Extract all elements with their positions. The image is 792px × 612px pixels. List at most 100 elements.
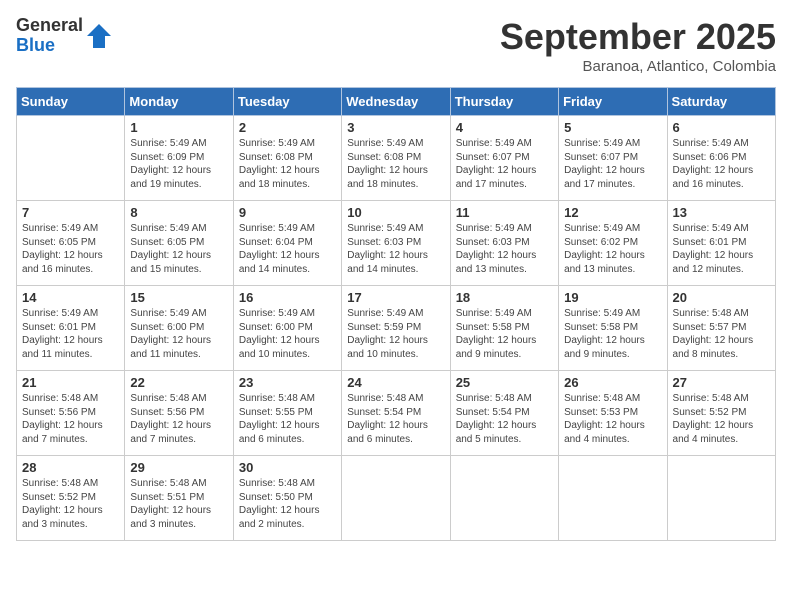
- day-number: 4: [456, 120, 553, 135]
- calendar-cell: [450, 456, 558, 541]
- day-number: 7: [22, 205, 119, 220]
- calendar-cell: 5 Sunrise: 5:49 AM Sunset: 6:07 PM Daylig…: [559, 116, 667, 201]
- calendar-cell: 23Sunrise: 5:48 AM Sunset: 5:55 PM Dayli…: [233, 371, 341, 456]
- day-info: Sunrise: 5:49 AM Sunset: 5:58 PM Dayligh…: [564, 307, 661, 361]
- logo-blue: Blue: [16, 36, 83, 56]
- day-number: 8: [130, 205, 227, 220]
- calendar-week-row: 7 Sunrise: 5:49 AM Sunset: 6:05 PM Daylig…: [17, 201, 776, 286]
- day-info: Sunrise: 5:49 AM Sunset: 6:05 PM Dayligh…: [22, 222, 119, 276]
- day-info: Sunrise: 5:48 AM Sunset: 5:54 PM Dayligh…: [456, 392, 553, 446]
- month-title: September 2025: [500, 16, 776, 58]
- calendar-header-row: SundayMondayTuesdayWednesdayThursdayFrid…: [17, 88, 776, 116]
- day-info: Sunrise: 5:48 AM Sunset: 5:52 PM Dayligh…: [22, 477, 119, 531]
- calendar-cell: 14Sunrise: 5:49 AM Sunset: 6:01 PM Dayli…: [17, 286, 125, 371]
- day-info: Sunrise: 5:49 AM Sunset: 6:04 PM Dayligh…: [239, 222, 336, 276]
- calendar-cell: 24 Sunrise: 5:48 AM Sunset: 5:54 PM Dayli…: [342, 371, 450, 456]
- calendar-cell: 15 Sunrise: 5:49 AM Sunset: 6:00 PM Dayli…: [125, 286, 233, 371]
- calendar-cell: 20 Sunrise: 5:48 AM Sunset: 5:57 PM Dayli…: [667, 286, 775, 371]
- day-number: 27: [673, 375, 770, 390]
- day-number: 22: [130, 375, 227, 390]
- day-info: Sunrise: 5:49 AM Sunset: 6:01 PM Dayligh…: [673, 222, 770, 276]
- logo: General Blue: [16, 16, 113, 56]
- logo-icon: [85, 22, 113, 50]
- logo-general: General: [16, 16, 83, 36]
- day-info: Sunrise: 5:48 AM Sunset: 5:50 PM Dayligh…: [239, 477, 336, 531]
- day-number: 24: [347, 375, 444, 390]
- calendar-cell: 4 Sunrise: 5:49 AM Sunset: 6:07 PM Daylig…: [450, 116, 558, 201]
- day-number: 1: [130, 120, 227, 135]
- day-info: Sunrise: 5:48 AM Sunset: 5:54 PM Dayligh…: [347, 392, 444, 446]
- weekday-header: Monday: [125, 88, 233, 116]
- weekday-header: Sunday: [17, 88, 125, 116]
- day-info: Sunrise: 5:49 AM Sunset: 6:00 PM Dayligh…: [239, 307, 336, 361]
- day-info: Sunrise: 5:49 AM Sunset: 6:08 PM Dayligh…: [239, 137, 336, 191]
- calendar-week-row: 21 Sunrise: 5:48 AM Sunset: 5:56 PM Dayli…: [17, 371, 776, 456]
- header: General Blue September 2025 Baranoa, Atl…: [16, 16, 776, 75]
- day-number: 5: [564, 120, 661, 135]
- calendar-cell: 16 Sunrise: 5:49 AM Sunset: 6:00 PM Dayli…: [233, 286, 341, 371]
- day-info: Sunrise: 5:49 AM Sunset: 6:03 PM Dayligh…: [347, 222, 444, 276]
- calendar-cell: 21 Sunrise: 5:48 AM Sunset: 5:56 PM Dayli…: [17, 371, 125, 456]
- day-number: 18: [456, 290, 553, 305]
- day-number: 12: [564, 205, 661, 220]
- day-info: Sunrise: 5:49 AM Sunset: 6:02 PM Dayligh…: [564, 222, 661, 276]
- calendar: SundayMondayTuesdayWednesdayThursdayFrid…: [16, 87, 776, 541]
- day-number: 3: [347, 120, 444, 135]
- day-number: 16: [239, 290, 336, 305]
- day-info: Sunrise: 5:49 AM Sunset: 6:07 PM Dayligh…: [564, 137, 661, 191]
- calendar-cell: 11 Sunrise: 5:49 AM Sunset: 6:03 PM Dayli…: [450, 201, 558, 286]
- day-info: Sunrise: 5:48 AM Sunset: 5:55 PM Dayligh…: [239, 392, 336, 446]
- day-number: 15: [130, 290, 227, 305]
- calendar-body: 1Sunrise: 5:49 AM Sunset: 6:09 PM Daylig…: [17, 116, 776, 541]
- day-info: Sunrise: 5:48 AM Sunset: 5:52 PM Dayligh…: [673, 392, 770, 446]
- calendar-cell: [667, 456, 775, 541]
- calendar-cell: 22 Sunrise: 5:48 AM Sunset: 5:56 PM Dayli…: [125, 371, 233, 456]
- day-number: 19: [564, 290, 661, 305]
- day-number: 10: [347, 205, 444, 220]
- day-number: 17: [347, 290, 444, 305]
- day-info: Sunrise: 5:49 AM Sunset: 5:59 PM Dayligh…: [347, 307, 444, 361]
- day-info: Sunrise: 5:49 AM Sunset: 6:07 PM Dayligh…: [456, 137, 553, 191]
- weekday-header: Saturday: [667, 88, 775, 116]
- day-number: 28: [22, 460, 119, 475]
- calendar-cell: 13 Sunrise: 5:49 AM Sunset: 6:01 PM Dayli…: [667, 201, 775, 286]
- calendar-cell: 10 Sunrise: 5:49 AM Sunset: 6:03 PM Dayli…: [342, 201, 450, 286]
- day-number: 20: [673, 290, 770, 305]
- calendar-cell: 29Sunrise: 5:48 AM Sunset: 5:51 PM Dayli…: [125, 456, 233, 541]
- calendar-cell: 9 Sunrise: 5:49 AM Sunset: 6:04 PM Daylig…: [233, 201, 341, 286]
- day-info: Sunrise: 5:48 AM Sunset: 5:53 PM Dayligh…: [564, 392, 661, 446]
- day-info: Sunrise: 5:49 AM Sunset: 5:58 PM Dayligh…: [456, 307, 553, 361]
- day-number: 6: [673, 120, 770, 135]
- weekday-header: Friday: [559, 88, 667, 116]
- day-info: Sunrise: 5:49 AM Sunset: 6:06 PM Dayligh…: [673, 137, 770, 191]
- weekday-header: Thursday: [450, 88, 558, 116]
- day-number: 9: [239, 205, 336, 220]
- weekday-header: Tuesday: [233, 88, 341, 116]
- day-number: 26: [564, 375, 661, 390]
- calendar-cell: 7 Sunrise: 5:49 AM Sunset: 6:05 PM Daylig…: [17, 201, 125, 286]
- calendar-cell: [559, 456, 667, 541]
- calendar-week-row: 14Sunrise: 5:49 AM Sunset: 6:01 PM Dayli…: [17, 286, 776, 371]
- day-info: Sunrise: 5:48 AM Sunset: 5:57 PM Dayligh…: [673, 307, 770, 361]
- calendar-cell: 8Sunrise: 5:49 AM Sunset: 6:05 PM Daylig…: [125, 201, 233, 286]
- calendar-week-row: 28 Sunrise: 5:48 AM Sunset: 5:52 PM Dayli…: [17, 456, 776, 541]
- calendar-cell: 28 Sunrise: 5:48 AM Sunset: 5:52 PM Dayli…: [17, 456, 125, 541]
- day-info: Sunrise: 5:49 AM Sunset: 6:03 PM Dayligh…: [456, 222, 553, 276]
- day-number: 14: [22, 290, 119, 305]
- calendar-cell: 25 Sunrise: 5:48 AM Sunset: 5:54 PM Dayli…: [450, 371, 558, 456]
- day-number: 25: [456, 375, 553, 390]
- weekday-header: Wednesday: [342, 88, 450, 116]
- calendar-cell: 17 Sunrise: 5:49 AM Sunset: 5:59 PM Dayli…: [342, 286, 450, 371]
- calendar-cell: 26 Sunrise: 5:48 AM Sunset: 5:53 PM Dayli…: [559, 371, 667, 456]
- calendar-cell: 12 Sunrise: 5:49 AM Sunset: 6:02 PM Dayli…: [559, 201, 667, 286]
- day-info: Sunrise: 5:48 AM Sunset: 5:56 PM Dayligh…: [130, 392, 227, 446]
- calendar-cell: [342, 456, 450, 541]
- location-title: Baranoa, Atlantico, Colombia: [500, 58, 776, 75]
- day-number: 13: [673, 205, 770, 220]
- day-info: Sunrise: 5:49 AM Sunset: 6:00 PM Dayligh…: [130, 307, 227, 361]
- day-number: 11: [456, 205, 553, 220]
- calendar-cell: 2Sunrise: 5:49 AM Sunset: 6:08 PM Daylig…: [233, 116, 341, 201]
- calendar-cell: 27 Sunrise: 5:48 AM Sunset: 5:52 PM Dayli…: [667, 371, 775, 456]
- day-info: Sunrise: 5:48 AM Sunset: 5:56 PM Dayligh…: [22, 392, 119, 446]
- day-number: 21: [22, 375, 119, 390]
